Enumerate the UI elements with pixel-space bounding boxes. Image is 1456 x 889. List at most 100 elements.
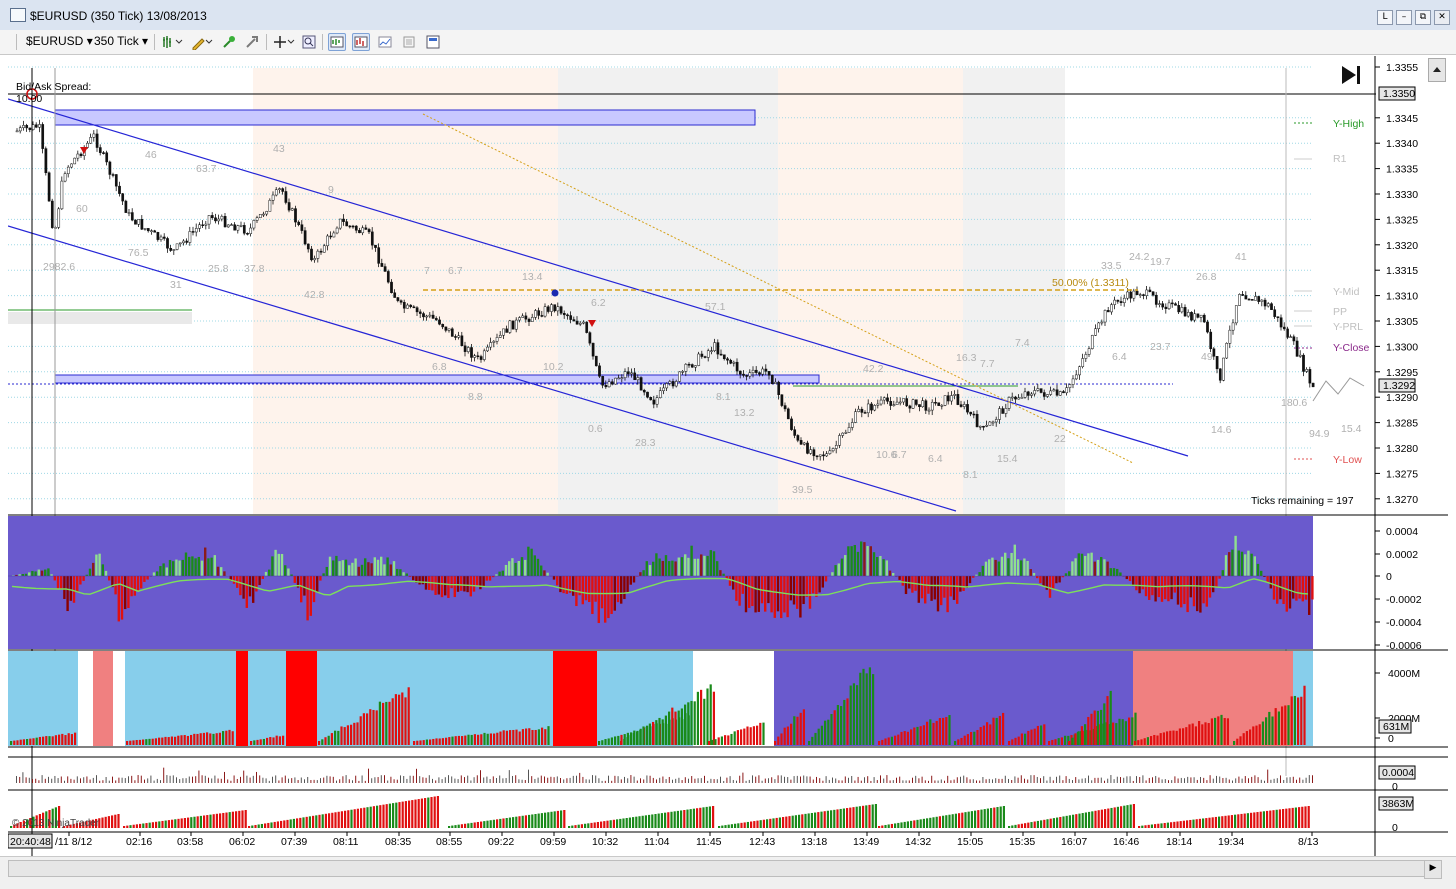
interval-selector[interactable]: 350 Tick ▾ [94, 34, 148, 48]
spread-bar [627, 778, 628, 783]
vertical-scroll-button[interactable] [1428, 58, 1446, 82]
toolbar-separator [154, 34, 155, 50]
spread-bar [710, 779, 711, 783]
cumvol-bar [830, 810, 832, 828]
osc-bar [380, 557, 382, 576]
spread-bar [346, 775, 347, 783]
osc-bar [1174, 576, 1176, 593]
data-annotation: 46 [145, 149, 157, 161]
volume-bar [862, 669, 864, 745]
spread-bar [858, 777, 859, 783]
instrument-selector[interactable]: $EURUSD ▾ [26, 34, 93, 48]
volume-bar [708, 741, 710, 745]
cumvol-bar [181, 818, 183, 828]
horizontal-scrollbar[interactable] [8, 860, 1430, 877]
candle-body [464, 346, 466, 352]
candle-body [698, 354, 700, 366]
spread-bar [333, 777, 334, 783]
scroll-right-button[interactable]: ▶ [1424, 860, 1442, 879]
cumvol-bar [1189, 820, 1191, 828]
volume-bar [58, 735, 60, 745]
candle-body [438, 320, 440, 324]
line-chart-icon[interactable] [376, 33, 394, 51]
candle-body [883, 398, 885, 400]
cumvol-bar [114, 815, 116, 828]
support-zone[interactable] [55, 375, 819, 383]
spread-bar [506, 778, 507, 783]
draw-pencil-icon[interactable] [190, 33, 208, 51]
volume-bar [515, 730, 517, 745]
candle-body [147, 228, 149, 230]
cumvol-bar [219, 813, 221, 828]
price-axis: 1.33551.33451.33401.33351.33301.33251.33… [1375, 62, 1418, 506]
volume-bar [64, 735, 66, 745]
volume-segment [248, 651, 286, 746]
restore-button[interactable]: ⧉ [1415, 10, 1431, 25]
close-button[interactable]: ✕ [1434, 10, 1450, 25]
properties-icon[interactable] [400, 33, 418, 51]
volume-bar [777, 737, 779, 745]
spread-bar [128, 776, 129, 783]
cumvol-bar [1176, 821, 1178, 828]
spread-bar [326, 776, 327, 783]
spread-bar [45, 779, 46, 783]
osc-bar [662, 561, 664, 576]
osc-bar [697, 559, 699, 576]
volume-bar [435, 738, 437, 745]
volume-bar [916, 727, 918, 745]
play-to-end-icon[interactable] [1342, 66, 1360, 84]
osc-bar [294, 576, 296, 583]
link-button[interactable]: L [1377, 10, 1393, 25]
candle-body [122, 194, 124, 201]
data-annotation: 6.7 [448, 265, 463, 277]
cumvol-bar [1266, 811, 1268, 828]
cumvol-bar [149, 823, 151, 828]
strategy-icon[interactable] [243, 33, 261, 51]
volume-segment [78, 651, 93, 746]
spread-bar [630, 775, 631, 783]
y-close-label: Y-Close [1333, 342, 1370, 354]
osc-bar [863, 542, 865, 576]
osc-bar [418, 576, 420, 584]
cumvol-bar [964, 812, 966, 828]
volume-bar [721, 736, 723, 745]
time-tick-label: /11 8/12 [55, 836, 92, 848]
zoom-icon[interactable] [300, 33, 318, 51]
candle-body [80, 154, 82, 156]
time-tick-label: 15:35 [1009, 836, 1035, 848]
spread-bar [634, 777, 635, 783]
candle-body [381, 263, 383, 266]
minimize-button[interactable]: – [1396, 10, 1412, 25]
chart-toolbar: $EURUSD ▾ 350 Tick ▾ [0, 30, 1456, 55]
spread-bar [1219, 777, 1220, 783]
spread-bar [534, 779, 535, 783]
cumvol-bar [480, 822, 482, 828]
osc-bar [559, 576, 561, 592]
price-tick-label: 1.3315 [1386, 265, 1418, 277]
resistance-zone[interactable] [55, 110, 755, 125]
chart-canvas[interactable]: 2982.676.53125.837.842.8604663.743976.71… [8, 56, 1448, 856]
osc-bar [1135, 576, 1137, 590]
cumvol-bar [859, 806, 861, 828]
spread-bar [477, 775, 478, 783]
osc-bar [1270, 576, 1272, 588]
data-annotation: 14.6 [1211, 424, 1232, 436]
cumvol-bar [731, 824, 733, 828]
cumvol-bar [856, 807, 858, 828]
cumvol-bar [522, 816, 524, 828]
bar-type-icon[interactable] [160, 33, 178, 51]
volume-bar [132, 740, 134, 745]
osc-bar [194, 558, 196, 576]
cumvol-bar [126, 826, 128, 828]
chart-trader-icon[interactable] [352, 33, 370, 51]
volume-bar [331, 733, 333, 745]
osc-bar [598, 576, 600, 623]
osc-bar [681, 557, 683, 576]
volume-bar [509, 730, 511, 745]
crosshair-icon[interactable] [272, 33, 290, 51]
data-box-icon[interactable] [328, 33, 346, 51]
template-icon[interactable] [424, 33, 442, 51]
price-tick-label: 1.3290 [1386, 392, 1418, 404]
add-indicator-icon[interactable] [220, 33, 238, 51]
volume-bar [1246, 731, 1248, 745]
